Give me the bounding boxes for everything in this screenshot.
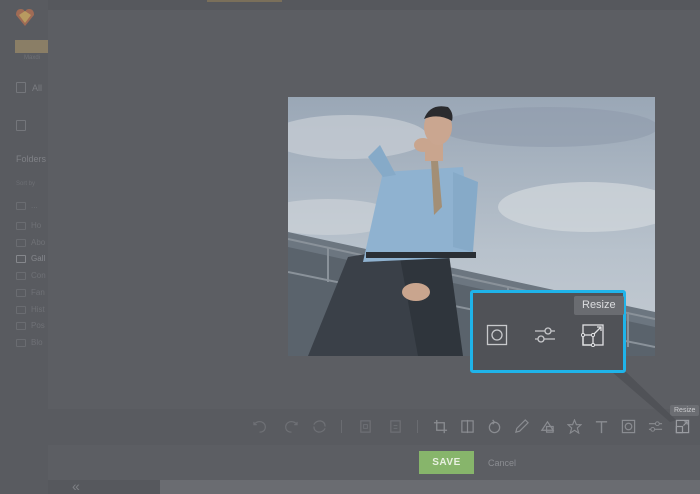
folder-item[interactable]: Blo [16,338,43,347]
resize-tooltip: Resize [574,296,624,315]
file-icon [16,82,26,93]
draw-icon [514,418,529,433]
save-button[interactable]: SAVE [419,451,474,474]
folder-item[interactable]: Fan [16,288,45,297]
draw-button[interactable] [512,417,530,435]
folder-icon [16,271,26,280]
nav-item-all[interactable]: All [16,82,42,93]
adjust-icon [648,420,662,432]
folder-item[interactable]: Con [16,271,46,280]
star-icon [566,418,582,434]
text-button[interactable] [592,417,610,435]
bottom-strip [160,480,700,494]
reset-icon [312,419,326,433]
folder-item[interactable]: Ho [16,221,41,230]
crop-icon [433,419,447,433]
cancel-button[interactable]: Cancel [484,451,520,474]
toolbar-separator [417,420,418,433]
folder-icon [16,221,26,230]
text-icon [595,420,607,433]
copy-icon [359,419,371,433]
resize-button[interactable] [673,417,691,435]
undo-icon [252,420,266,433]
adjust-icon [535,327,555,343]
frame-icon [621,419,635,433]
folder-item[interactable]: Pos [16,321,45,330]
top-bar [0,0,700,10]
zoomed-callout: Resize [470,290,626,373]
paste-button[interactable] [386,417,404,435]
folders-title: Folders [16,154,47,164]
shapes-icon [540,420,554,433]
nav-item-images[interactable] [16,120,32,131]
reset-button[interactable] [310,417,328,435]
callout-adjust-button[interactable] [533,323,557,347]
frame-icon [486,324,508,346]
resize-tooltip-small: Resize [670,405,700,416]
folder-open-icon [16,254,26,263]
collapse-sidebar-button[interactable]: « [72,479,88,493]
folder-icon [16,321,26,330]
frame-button[interactable] [619,417,637,435]
folder-icon [16,305,26,314]
paste-icon [389,419,401,433]
app-logo-icon [16,9,34,26]
copy-button[interactable] [356,417,374,435]
crop-button[interactable] [431,417,449,435]
shapes-button[interactable] [538,417,556,435]
folder-icon [16,201,26,210]
undo-button[interactable] [251,417,269,435]
app-sidebar: Maxdi All Folders Sort by ... Ho Abo Gal… [0,0,48,494]
rotate-icon [488,419,500,433]
folder-icon [16,238,26,247]
folder-item[interactable]: ... [16,201,38,210]
folder-item[interactable]: Abo [16,238,45,247]
image-icon [16,120,26,131]
resize-icon [675,419,689,433]
folder-item[interactable]: Hist [16,305,45,314]
callout-resize-button[interactable] [581,323,605,347]
flip-icon [460,419,474,433]
brand-bar [15,40,48,53]
brand-subtitle: Maxdi [24,55,41,61]
adjust-button[interactable] [646,417,664,435]
active-tab-indicator [207,0,282,2]
folder-icon [16,288,26,297]
callout-frame-button[interactable] [485,323,509,347]
sort-by-label[interactable]: Sort by [16,181,35,187]
redo-icon [284,420,298,433]
double-chevron-left-icon: « [72,478,80,494]
folder-item-active[interactable]: Gall [16,254,45,263]
resize-icon [581,324,604,347]
redo-button[interactable] [281,417,299,435]
sidebar-footer [48,480,160,494]
flip-button[interactable] [458,417,476,435]
rotate-button[interactable] [485,417,503,435]
toolbar-separator [341,420,342,433]
sticker-button[interactable] [565,417,583,435]
folder-icon [16,338,26,347]
